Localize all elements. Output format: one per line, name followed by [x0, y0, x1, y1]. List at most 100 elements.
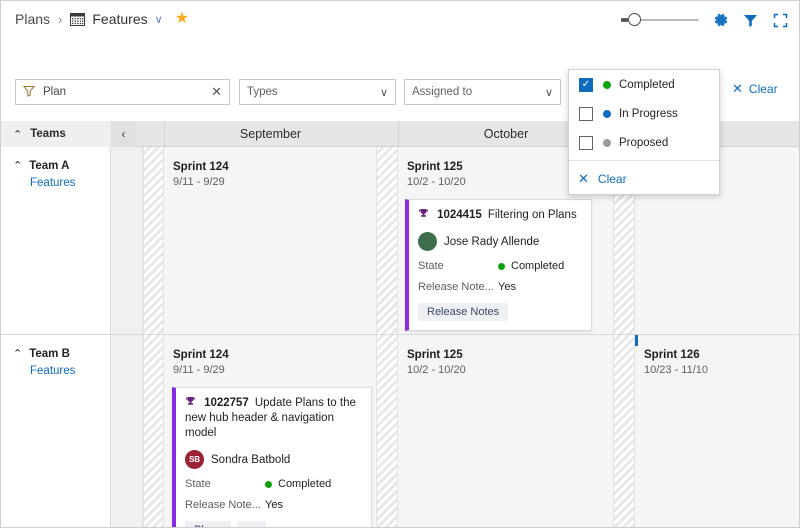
card-field-release-note: Release Note... Yes [185, 499, 362, 511]
field-value: Completed [265, 478, 331, 490]
chevron-down-icon: ∨ [379, 86, 388, 99]
status-badge: Completed [511, 260, 565, 272]
status-dot [603, 138, 611, 147]
card-title-line: 1024415 Filtering on Plans [418, 208, 582, 223]
sprint-name: Sprint 124 [173, 161, 229, 173]
team-a-name[interactable]: ⌃ Team A [13, 159, 110, 172]
field-key: State [418, 260, 444, 272]
zoom-slider-tail [621, 18, 628, 22]
sprint-cell[interactable]: Sprint 125 10/2 - 10/20 [398, 335, 613, 527]
clear-filters-button[interactable]: ✕ Clear [732, 81, 778, 97]
types-filter-dropdown[interactable]: Types ∨ [239, 79, 396, 105]
collapse-panel-button[interactable]: ‹ [111, 121, 136, 147]
card-field-state: State Completed [185, 478, 362, 490]
menu-item-completed[interactable]: ✓ Completed [569, 70, 719, 99]
card-tags: Release Notes [418, 303, 582, 321]
chevron-collapse-icon: ⌃ [13, 128, 23, 141]
team-a-features-link[interactable]: Features [30, 177, 110, 189]
checkbox-in-progress[interactable] [579, 106, 593, 121]
assigned-to-filter-label: Assigned to [412, 86, 473, 98]
sprint-dates: 9/11 - 9/29 [173, 364, 225, 376]
field-value: Yes [498, 281, 516, 293]
clear-filters-label: Clear [748, 82, 778, 96]
sprint-name: Sprint 124 [173, 349, 229, 361]
zoom-slider[interactable] [621, 11, 699, 29]
work-item-card[interactable]: 1024415 Filtering on Plans Jose Rady Alle… [405, 199, 592, 331]
team-b-name[interactable]: ⌃ Team B [13, 347, 110, 360]
trophy-icon [418, 209, 432, 221]
state-filter-menu: ✓ Completed In Progress Proposed ✕ Clear [568, 69, 720, 195]
hatched-divider [613, 335, 635, 527]
gear-icon[interactable] [712, 12, 729, 29]
card-field-release-note: Release Note... Yes [418, 281, 582, 293]
hatched-divider [143, 147, 164, 334]
sprint-cell[interactable]: Sprint 126 10/23 - 11/10 [635, 335, 799, 527]
card-tags: Plans … [185, 521, 362, 527]
avatar: SB [185, 450, 204, 469]
sprint-cell[interactable]: Sprint 124 9/11 - 9/29 [164, 147, 376, 334]
sprint-dates: 10/2 - 10/20 [407, 364, 466, 376]
card-id: 1022757 [204, 397, 249, 409]
menu-item-in-progress[interactable]: In Progress [569, 99, 719, 128]
sprint-dates: 10/23 - 11/10 [644, 364, 709, 376]
menu-item-proposed[interactable]: Proposed [569, 128, 719, 157]
tag[interactable]: Release Notes [418, 303, 509, 321]
status-dot [603, 80, 611, 89]
checkbox-completed[interactable]: ✓ [579, 77, 593, 92]
team-b-features-link[interactable]: Features [30, 365, 110, 377]
work-item-card[interactable]: 1022757 Update Plans to the new hub heade… [172, 387, 372, 527]
today-marker [635, 335, 638, 346]
card-id: 1024415 [437, 209, 482, 221]
field-key: Release Note... [185, 499, 261, 511]
team-a-left-cell: ⌃ Team A Features [1, 147, 111, 334]
favorite-star-icon[interactable]: ★ [175, 11, 189, 27]
tag[interactable]: Plans [185, 521, 231, 527]
sprint-name: Sprint 125 [407, 349, 463, 361]
funnel-icon [22, 85, 36, 100]
field-value: Completed [498, 260, 564, 272]
chevron-collapse-icon[interactable]: ⌃ [13, 160, 22, 172]
filter-icon[interactable] [742, 12, 759, 29]
assigned-to-filter-dropdown[interactable]: Assigned to ∨ [404, 79, 561, 105]
chevron-down-icon[interactable]: ∨ [155, 13, 163, 26]
team-a-label: Team A [29, 160, 70, 172]
tag-overflow[interactable]: … [236, 521, 266, 527]
card-title-line: 1022757 Update Plans to the new hub heade… [185, 396, 362, 441]
menu-item-label: In Progress [619, 107, 678, 120]
chevron-down-icon: ∨ [544, 86, 553, 99]
breadcrumb-root-plans[interactable]: Plans [15, 11, 50, 27]
assignee-name: Jose Rady Allende [444, 235, 540, 248]
status-dot [265, 480, 272, 488]
fullscreen-icon[interactable] [772, 12, 789, 29]
sprint-dates: 9/11 - 9/29 [173, 176, 225, 188]
menu-divider [569, 160, 719, 161]
card-assignee: Jose Rady Allende [418, 232, 582, 251]
team-b-label: Team B [29, 348, 70, 360]
chevron-collapse-icon[interactable]: ⌃ [13, 348, 22, 360]
breadcrumb-separator: › [58, 11, 63, 27]
plan-filter-input[interactable]: Plan ✕ [15, 79, 230, 105]
table-row: ⌃ Team B Features Sprint 124 9/11 - 9/29 … [1, 335, 799, 527]
hatched-divider [376, 335, 398, 527]
card-title: Filtering on Plans [487, 209, 577, 221]
field-key: Release Note... [418, 281, 494, 293]
checkbox-proposed[interactable] [579, 135, 593, 150]
trophy-icon [185, 397, 199, 409]
check-icon: ✓ [581, 78, 591, 90]
breadcrumb-current-features[interactable]: Features [92, 11, 147, 27]
menu-item-label: Completed [619, 78, 675, 91]
clear-plan-filter-icon[interactable]: ✕ [211, 84, 222, 100]
row-gutter [111, 147, 143, 334]
card-field-state: State Completed [418, 260, 582, 272]
toolbar-actions [621, 8, 789, 32]
timeline-grid: ⌃ Team A Features Sprint 124 9/11 - 9/29 … [1, 147, 799, 527]
avatar [418, 232, 437, 251]
status-dot [603, 109, 611, 118]
types-filter-label: Types [247, 86, 278, 98]
menu-clear-button[interactable]: ✕ Clear [569, 164, 719, 194]
hatched-divider [143, 335, 164, 527]
zoom-slider-knob[interactable] [628, 13, 641, 26]
teams-column-header[interactable]: ⌃ Teams [1, 121, 111, 147]
month-header-september: September [164, 121, 376, 147]
teams-header-label: Teams [30, 128, 66, 140]
